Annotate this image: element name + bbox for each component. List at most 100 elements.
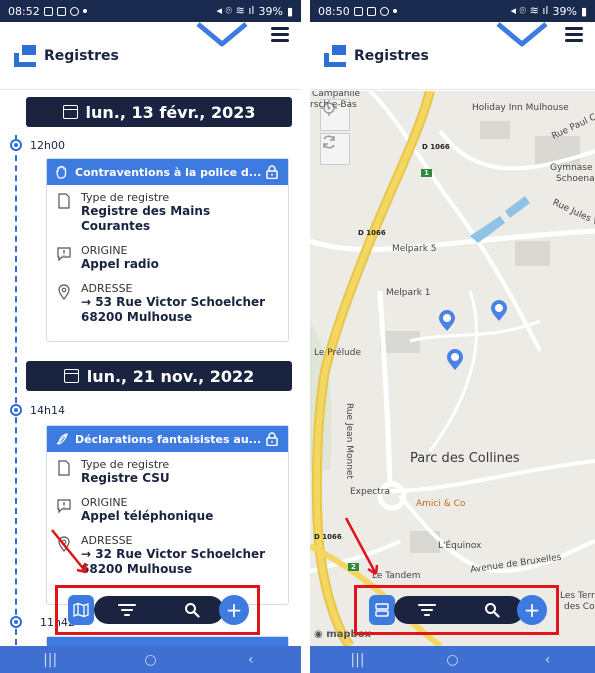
map-road-label: D 1066: [422, 143, 450, 151]
card-title: Contraventions à la police d...: [75, 165, 262, 179]
message-alert-icon: [57, 499, 71, 514]
field-value: Registre CSU: [81, 471, 170, 485]
field-value: Appel radio: [81, 257, 159, 271]
map-label: Gymnase Ma: [550, 163, 595, 173]
menu-icon[interactable]: [565, 27, 583, 42]
field-label: Type de registre: [81, 191, 170, 204]
road-shield: 1: [421, 169, 432, 177]
collapse-chevron-icon[interactable]: [496, 22, 548, 48]
date-header: lun., 13 févr., 2023: [26, 97, 292, 127]
map-label: Les Terrass: [560, 591, 595, 601]
map-label: Expectra: [350, 487, 390, 497]
register-type-row: Type de registre Registre CSU: [47, 452, 288, 486]
feather-pen-icon: [56, 433, 68, 445]
back-button[interactable]: ‹: [231, 652, 271, 668]
map-label: Melpark 1: [386, 288, 431, 298]
map-label: Amici & Co: [416, 499, 466, 509]
battery-icon: ▮: [286, 4, 293, 18]
map-label: des Collin: [564, 602, 595, 612]
menu-icon[interactable]: [271, 27, 289, 42]
map-road-label: D 1066: [358, 229, 386, 237]
card-header[interactable]: Déclarations fantaisistes au...: [47, 426, 288, 452]
app-logo-icon: [324, 44, 346, 67]
origin-row: ORIGINE Appel téléphonique: [47, 486, 288, 524]
field-label: Type de registre: [81, 458, 170, 471]
time-label: 12h00: [30, 139, 65, 152]
screens-divider: [301, 0, 310, 673]
refresh-icon: [323, 135, 335, 149]
annotation-highlight-box: [55, 585, 260, 635]
signal-icon: ◂ ⌾ ≋ ıl: [510, 4, 549, 17]
app-logo-icon: [14, 44, 36, 67]
refresh-map-button[interactable]: [320, 133, 350, 165]
android-nav-bar: ||| ○ ‹: [310, 646, 595, 673]
notification-icon: [43, 6, 53, 16]
collapse-chevron-icon[interactable]: [196, 22, 248, 48]
time-dot-icon: [10, 139, 22, 151]
register-marker-icon[interactable]: [446, 349, 464, 371]
mapbox-logo-icon: ◉: [314, 629, 327, 640]
map-view[interactable]: Campanile rsch e-Bas Holiday Inn Mulhous…: [310, 91, 595, 646]
map-label: Campanile: [312, 91, 361, 99]
map-label: Holiday Inn Mulhouse: [472, 103, 569, 113]
lock-icon[interactable]: [266, 165, 278, 179]
right-screen-map: 08:50 ◂ ⌾ ≋ ıl 39% ▮ Registres Campanile…: [310, 0, 595, 673]
status-bar: 08:52 ◂ ⌾ ≋ ıl 39% ▮: [0, 0, 301, 22]
date-text: lun., 21 nov., 2022: [86, 366, 255, 386]
address-row: ADRESSE → 32 Rue Victor Schoelcher 68200…: [47, 524, 288, 577]
sync-icon: [69, 6, 79, 16]
address-line-1: → 53 Rue Victor Schoelcher: [81, 295, 266, 309]
time-dot-icon: [10, 616, 22, 628]
location-pin-icon: [58, 536, 70, 552]
road-shield: 2: [348, 563, 359, 571]
annotation-highlight-box: [354, 585, 559, 635]
card-header[interactable]: Contraventions à la police d...: [47, 159, 288, 185]
address-row: ADRESSE → 53 Rue Victor Schoelcher 68200…: [47, 272, 288, 325]
gallery-icon: [56, 6, 66, 16]
recents-button[interactable]: |||: [30, 652, 70, 668]
lock-icon[interactable]: [266, 432, 278, 446]
message-alert-icon: [57, 247, 71, 262]
map-label: Le Prélude: [314, 348, 362, 358]
status-time: 08:52: [8, 4, 40, 18]
map-label: rsch e-Bas: [310, 100, 357, 110]
date-text: lun., 13 févr., 2023: [85, 102, 256, 122]
home-button[interactable]: ○: [130, 652, 170, 668]
recents-button[interactable]: |||: [338, 652, 378, 668]
calendar-icon: [63, 369, 79, 383]
field-value: Appel téléphonique: [81, 509, 214, 523]
map-label: Rue Jean Monnet: [344, 403, 354, 479]
left-screen-list: 08:52 ◂ ⌾ ≋ ıl 39% ▮ Registres lun., 13 …: [0, 0, 301, 673]
address-line-2: 68200 Mulhouse: [81, 562, 193, 576]
gallery-icon: [366, 6, 376, 16]
document-icon: [58, 460, 70, 476]
address-line-2: 68200 Mulhouse: [81, 310, 193, 324]
app-title: Registres: [44, 47, 119, 64]
map-label: Melpark 5: [392, 244, 437, 254]
calendar-icon: [62, 105, 78, 119]
time-label: 14h14: [30, 404, 65, 417]
register-marker-icon[interactable]: [438, 310, 456, 332]
field-value: Registre des Mains Courantes: [81, 204, 211, 233]
origin-row: ORIGINE Appel radio: [47, 234, 288, 272]
field-label: ORIGINE: [81, 496, 128, 509]
address-line-1: → 32 Rue Victor Schoelcher: [81, 547, 266, 561]
app-header: Registres: [310, 22, 595, 90]
register-card[interactable]: Contraventions à la police d... Type de …: [46, 158, 289, 342]
notification-icon: [353, 6, 363, 16]
home-button[interactable]: ○: [433, 652, 473, 668]
field-label: ADRESSE: [81, 534, 133, 547]
register-marker-icon[interactable]: [490, 300, 508, 322]
dot-icon: [392, 9, 397, 13]
location-pin-icon: [58, 284, 70, 300]
dot-icon: [82, 9, 87, 13]
back-button[interactable]: ‹: [528, 652, 568, 668]
date-header: lun., 21 nov., 2022: [26, 361, 292, 391]
register-card[interactable]: Déclarations fantaisistes au... Type de …: [46, 425, 289, 605]
battery-text: 39%: [258, 4, 283, 18]
battery-icon: ▮: [580, 4, 587, 18]
map-label: Le Tandem: [372, 571, 421, 581]
timeline-line: [15, 135, 17, 645]
android-nav-bar: ||| ○ ‹: [0, 646, 301, 673]
document-icon: [58, 193, 70, 209]
